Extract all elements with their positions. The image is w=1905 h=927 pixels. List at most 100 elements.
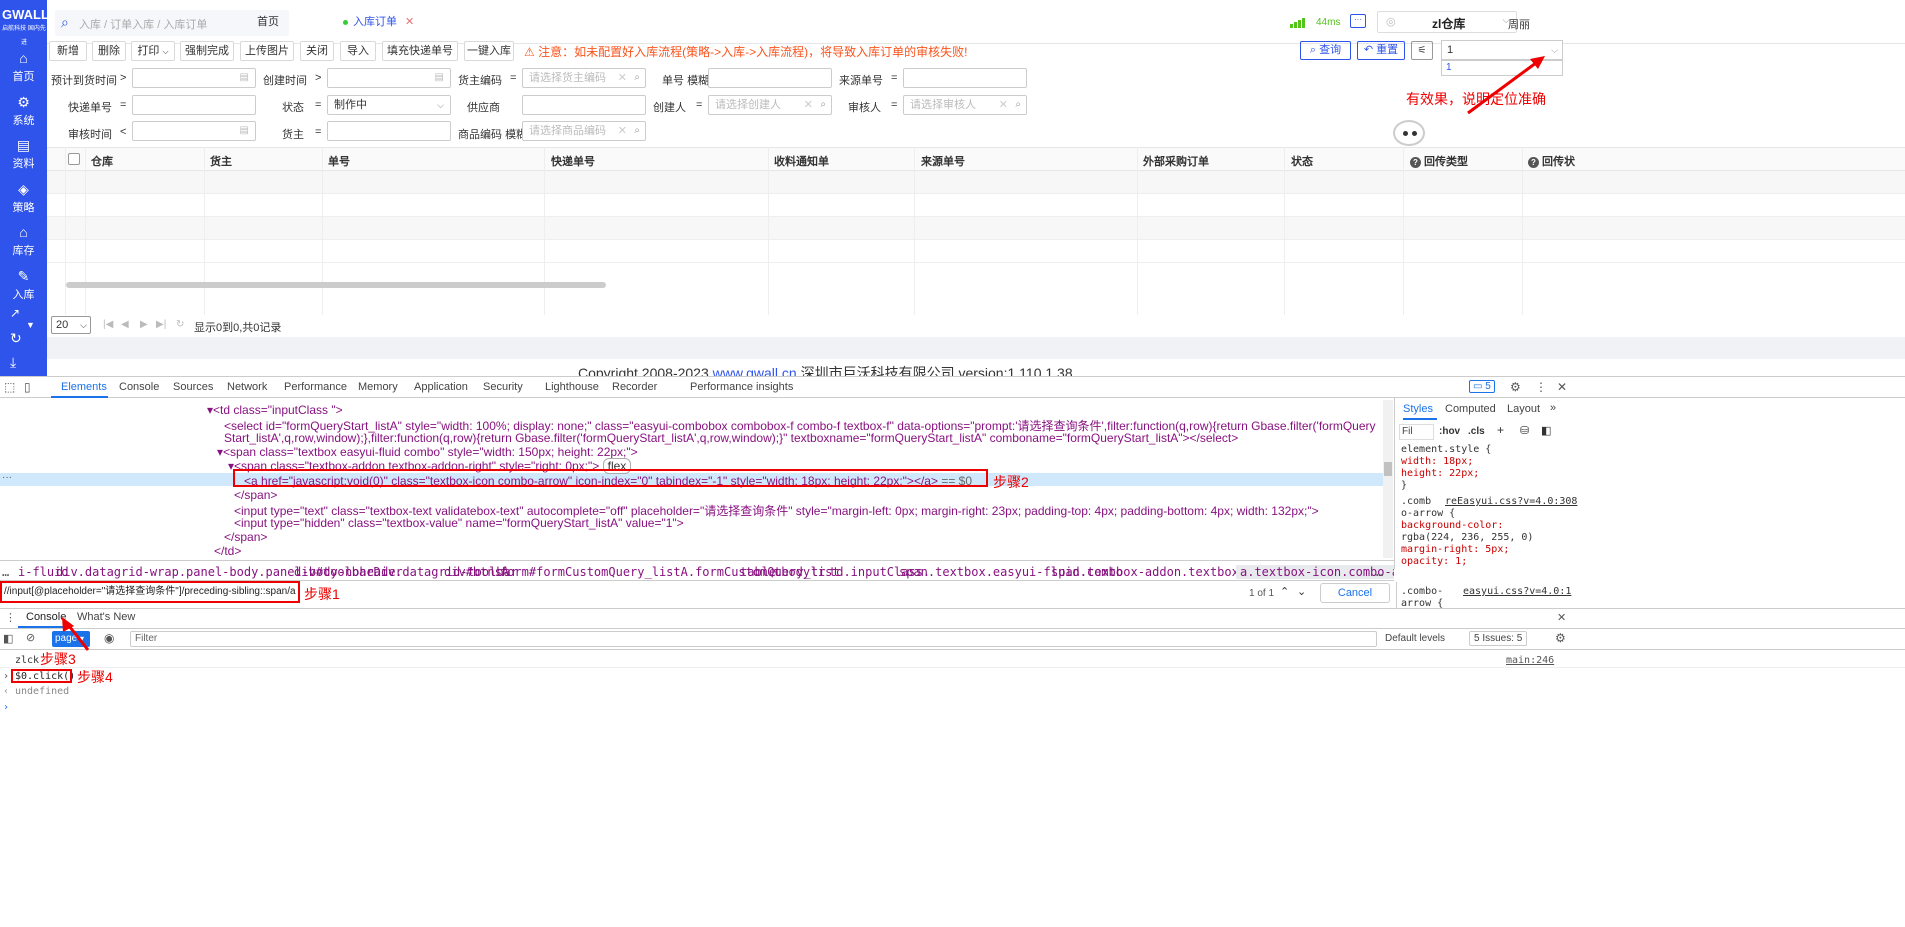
style-value[interactable]: rgba(224, 236, 255, 0) [1401,532,1533,543]
tab-lighthouse[interactable]: Lighthouse [545,381,599,393]
settings-icon[interactable]: ⚙ [1555,631,1566,645]
tab-console[interactable]: Console [119,381,159,393]
sidebar-toggle-icon[interactable]: ◧ [3,632,13,645]
more-tabs-icon[interactable]: » [1550,402,1556,414]
reset-button[interactable]: ↶ 重置 [1357,41,1405,60]
scroll-down-icon[interactable]: ▼ [26,320,35,330]
style-prop[interactable]: background-color: [1401,520,1503,531]
eye-icon[interactable]: ◉ [104,631,114,645]
dom-node-td[interactable]: ▾<td class="inputClass "> [207,403,343,417]
style-prop[interactable]: margin-right: 5px; [1401,544,1509,555]
clear-icon[interactable]: ✕ [804,96,813,114]
column-header[interactable]: 收料通知单 [774,153,829,169]
drawer-tab-whats-new[interactable]: What's New [77,611,135,623]
close-icon[interactable]: ✕ [1557,380,1567,394]
tab-layout[interactable]: Layout [1507,403,1540,415]
combo-dropdown-option[interactable]: 1 [1441,60,1563,76]
drawer-tab-console[interactable]: Console [26,611,66,623]
console-log-source[interactable]: main:246 [1506,655,1554,666]
tab-performance[interactable]: Performance [284,381,347,393]
context-select[interactable]: page ▾ [52,631,90,647]
column-header[interactable]: 快递单号 [551,153,595,169]
log-levels-select[interactable]: Default levels [1385,633,1445,644]
column-header[interactable]: 单号 [328,153,350,169]
fill-express-button[interactable]: 填充快递单号 [382,41,458,61]
breadcrumb-item[interactable]: tbody [774,565,810,579]
clear-icon[interactable]: ✕ [999,96,1008,114]
add-button[interactable]: 新增 [49,41,87,61]
device-toggle-icon[interactable]: ▯ [24,380,31,394]
breadcrumb-item[interactable]: table [740,565,776,579]
tab-sources[interactable]: Sources [173,381,213,393]
xpath-search-input[interactable]: //input[@placeholder="请选择查询条件"]/precedin… [0,581,300,603]
clear-icon[interactable]: ✕ [618,69,627,87]
audit-time-input[interactable]: ▤ [132,121,256,141]
console-filter-input[interactable]: Filter [130,631,1377,647]
style-prop[interactable]: height: 22px; [1401,468,1479,479]
query-button[interactable]: ⌕ 查询 [1300,41,1351,60]
style-prop[interactable]: width: 18px; [1401,456,1473,467]
breadcrumb-item[interactable]: tr [811,565,825,579]
style-source-link[interactable]: reEasyui.css?v=4.0:308 [1445,496,1577,507]
search-icon[interactable]: ⌕ [634,69,640,87]
source-no-input[interactable] [903,68,1027,88]
tab-recorder[interactable]: Recorder [612,381,657,393]
tab-memory[interactable]: Memory [358,381,398,393]
sidebar-item-inbound[interactable]: ✎ 入库 [0,262,47,306]
column-header[interactable]: 货主 [210,153,232,169]
create-time-input[interactable]: ▤ [327,68,451,88]
expected-date-input[interactable]: ▤ [132,68,256,88]
chevron-down-icon[interactable]: ⌵ [1551,41,1558,59]
find-cancel-button[interactable]: Cancel [1320,583,1390,603]
find-prev-icon[interactable]: ⌃ [1280,585,1289,598]
column-header[interactable]: 仓库 [91,153,113,169]
settings-icon[interactable]: ⚙ [1510,380,1521,394]
dom-node-input-hidden[interactable]: <input type="hidden" class="textbox-valu… [234,516,684,530]
one-click-inbound-button[interactable]: 一键入库 [464,41,514,61]
breadcrumb-item-active[interactable]: a.textbox-icon.combo-arrow [1236,565,1394,579]
auditor-input[interactable]: 请选择审核人 ✕ ⌕ [903,95,1027,115]
goods-code-input[interactable]: 请选择商品编码 ✕ ⌕ [522,121,646,141]
tab-application[interactable]: Application [414,381,468,393]
column-header[interactable]: 状态 [1291,153,1313,169]
style-prop[interactable]: opacity: 1; [1401,556,1467,567]
console-input-prompt[interactable]: › [3,702,9,713]
drawer-menu-icon[interactable]: ⋮ [5,611,16,624]
order-no-input[interactable] [708,68,832,88]
refresh-icon[interactable]: ↻ [10,330,22,347]
breadcrumb-more-icon[interactable]: … [1376,565,1383,579]
import-button[interactable]: 导入 [340,41,376,61]
tab-styles[interactable]: Styles [1403,403,1433,415]
delete-button[interactable]: 删除 [92,41,126,61]
upload-image-button[interactable]: 上传图片 [240,41,294,61]
add-rule-icon[interactable]: + [1497,423,1504,437]
print-button[interactable]: 打印 ⌵ [131,41,175,61]
tab-security[interactable]: Security [483,381,523,393]
search-icon[interactable]: ⌕ [1015,96,1021,114]
sidebar-item-system[interactable]: ⚙ 系统 [0,88,47,132]
cls-toggle[interactable]: .cls [1468,426,1485,437]
tab-elements[interactable]: Elements [61,381,107,393]
calendar-icon[interactable]: ▤ [435,69,444,87]
select-all-checkbox[interactable] [68,153,80,165]
tab-network[interactable]: Network [227,381,267,393]
sidebar-item-data[interactable]: ▤ 资料 [0,131,47,175]
owner-input[interactable] [327,121,451,141]
style-source-link[interactable]: easyui.css?v=4.0:1 [1463,586,1571,597]
close-icon[interactable]: ✕ [405,16,414,28]
user-name[interactable]: 周丽 [1508,16,1530,32]
refresh-icon[interactable]: ↻ [176,319,184,330]
page-size-select[interactable]: 20 ⌵ [51,316,91,334]
issues-button[interactable]: 5 Issues: 5 [1469,631,1528,646]
warehouse-select[interactable]: ◎ zl仓库 ⌵ [1377,11,1517,33]
find-next-icon[interactable]: ⌄ [1297,585,1306,598]
calendar-icon[interactable]: ▤ [240,122,249,140]
tab-computed[interactable]: Computed [1445,403,1496,415]
clear-icon[interactable]: ✕ [618,122,627,140]
force-complete-button[interactable]: 强制完成 [180,41,234,61]
query-condition-combo[interactable]: 1 ⌵ [1441,40,1563,60]
hov-toggle[interactable]: :hov [1439,426,1460,437]
sidebar-item-home[interactable]: ⌂ 首页 [0,44,47,88]
last-page-icon[interactable]: ▶| [156,319,166,330]
status-select[interactable]: 制作中 ⌵ [327,95,451,115]
